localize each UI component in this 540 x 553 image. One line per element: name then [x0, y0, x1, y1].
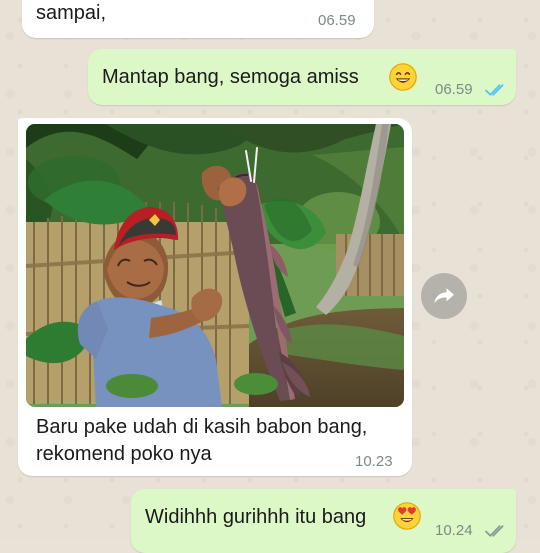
image-caption-line: rekomend poko nya	[36, 443, 212, 465]
grinning-face-emoji	[389, 63, 417, 91]
image-caption-line: Baru pake udah di kasih babon bang,	[36, 416, 368, 438]
outgoing-message-bubble[interactable]: Mantap bang, semoga amiss 06.59	[88, 49, 516, 105]
message-text: Widihhh gurihhh itu bang	[145, 506, 367, 528]
message-time: 10.24	[435, 522, 473, 539]
forward-button[interactable]	[421, 273, 467, 319]
message-time: 06.59	[435, 81, 473, 98]
message-time: 06.59	[318, 12, 356, 29]
message-text: sampai,	[36, 2, 107, 24]
incoming-message-bubble[interactable]: sampai, 06.59	[22, 0, 374, 38]
message-text: Mantap bang, semoga amiss	[102, 66, 359, 88]
incoming-image-message[interactable]: Baru pake udah di kasih babon bang, reko…	[18, 118, 412, 476]
message-time: 10.23	[355, 453, 393, 470]
heart-eyes-emoji	[393, 502, 421, 530]
forward-arrow-icon	[434, 288, 454, 304]
delivered-double-check-icon	[485, 525, 504, 537]
catfish-photo[interactable]	[26, 124, 404, 407]
outgoing-message-bubble[interactable]: Widihhh gurihhh itu bang 10.24	[131, 489, 516, 553]
read-double-check-icon	[485, 84, 504, 96]
